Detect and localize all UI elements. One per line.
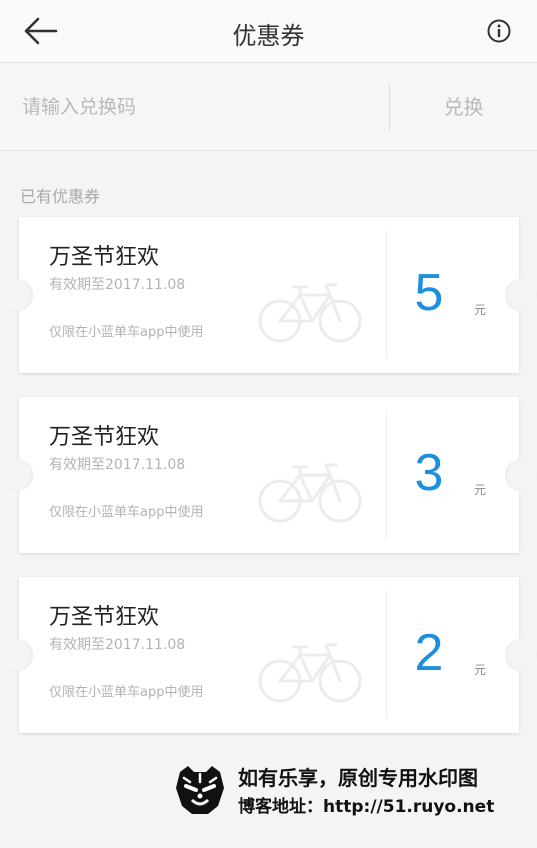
coupon-unit: 元 xyxy=(474,483,487,497)
watermark: 如有乐享，原创专用水印图 博客地址：http://51.ruyo.net xyxy=(172,760,512,820)
redeem-code-row: 兑换 xyxy=(0,63,537,151)
coupon-title: 万圣节狂欢 xyxy=(49,245,160,270)
coupon-unit: 元 xyxy=(474,663,487,677)
bicycle-icon xyxy=(258,283,362,343)
coupon-card[interactable]: 万圣节狂欢 有效期至2017.11.08 仅限在小蓝单车app中使用 5 元 xyxy=(1,217,537,373)
coupon-divider xyxy=(386,411,387,539)
ticket-notch-left xyxy=(1,459,33,491)
coupon-restriction: 仅限在小蓝单车app中使用 xyxy=(49,325,204,340)
coupon-card[interactable]: 万圣节狂欢 有效期至2017.11.08 仅限在小蓝单车app中使用 3 元 xyxy=(1,397,537,553)
coupon-unit: 元 xyxy=(474,303,487,317)
coupon-restriction: 仅限在小蓝单车app中使用 xyxy=(49,505,204,520)
ticket-notch-left xyxy=(1,639,33,671)
redeem-button[interactable]: 兑换 xyxy=(390,81,537,133)
coupon-divider xyxy=(386,231,387,359)
watermark-line-1: 如有乐享，原创专用水印图 xyxy=(238,766,478,790)
ticket-notch-right xyxy=(505,459,537,491)
page-title: 优惠券 xyxy=(232,22,305,50)
watermark-line-2: 博客地址：http://51.ruyo.net xyxy=(238,797,495,817)
coupon-divider xyxy=(386,591,387,719)
ticket-notch-right xyxy=(505,639,537,671)
coupon-card[interactable]: 万圣节狂欢 有效期至2017.11.08 仅限在小蓝单车app中使用 2 元 xyxy=(1,577,537,733)
section-label-owned-coupons: 已有优惠券 xyxy=(20,187,101,206)
coupon-title: 万圣节狂欢 xyxy=(49,605,160,630)
coupon-expiry: 有效期至2017.11.08 xyxy=(49,637,186,653)
coupon-amount: 2 xyxy=(414,624,444,682)
redeem-code-input[interactable] xyxy=(20,81,364,133)
ticket-notch-right xyxy=(505,279,537,311)
tiger-logo-icon xyxy=(176,766,224,814)
coupon-title: 万圣节狂欢 xyxy=(49,425,160,450)
ticket-notch-left xyxy=(1,279,33,311)
coupon-expiry: 有效期至2017.11.08 xyxy=(49,457,186,473)
bicycle-icon xyxy=(258,463,362,523)
info-button[interactable] xyxy=(487,19,511,43)
info-circle-icon xyxy=(487,19,511,43)
top-bar: 优惠券 xyxy=(0,0,537,63)
bicycle-icon xyxy=(258,643,362,703)
coupon-restriction: 仅限在小蓝单车app中使用 xyxy=(49,685,204,700)
coupon-expiry: 有效期至2017.11.08 xyxy=(49,277,186,293)
coupon-amount: 5 xyxy=(414,264,444,322)
coupon-amount: 3 xyxy=(414,444,444,502)
